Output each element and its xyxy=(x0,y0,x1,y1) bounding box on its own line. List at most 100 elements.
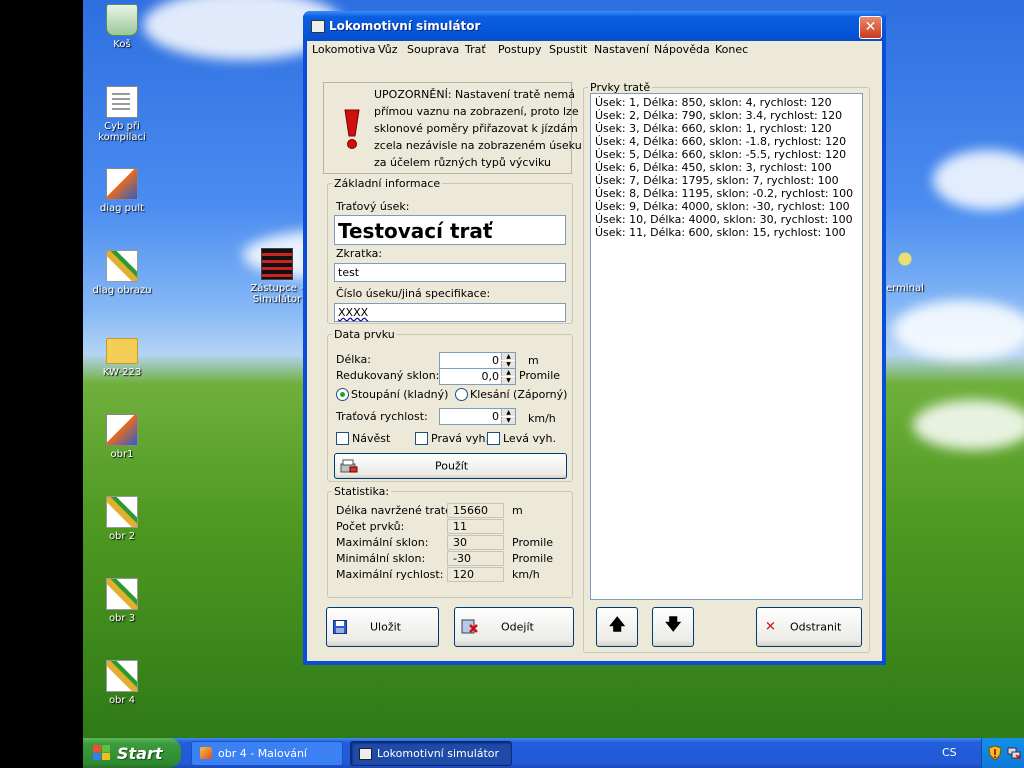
desktop-icon-obr1[interactable]: obr1 xyxy=(84,414,160,460)
save-button[interactable]: Uložit xyxy=(326,607,439,647)
list-item[interactable]: Úsek: 3, Délka: 660, sklon: 1, rychlost:… xyxy=(595,122,832,135)
speed-spinner[interactable]: 0 ▲ ▼ xyxy=(439,408,516,425)
right-switch-label: Pravá vyh. xyxy=(431,432,489,445)
stat-value: 11 xyxy=(447,519,504,534)
menu-bar: Lokomotiva Vůz Souprava Trať Postupy Spu… xyxy=(307,41,882,59)
desktop-icon-obr2[interactable]: obr 2 xyxy=(84,496,160,542)
track-elements-list[interactable]: Úsek: 1, Délka: 850, sklon: 4, rychlost:… xyxy=(590,93,863,600)
window-title: Lokomotivní simulátor xyxy=(329,19,481,33)
stat-unit: km/h xyxy=(512,568,540,581)
warning-exclamation-icon xyxy=(344,109,360,149)
radio-climb-label: Stoupání (kladný) xyxy=(351,388,449,401)
windows-logo-icon xyxy=(93,745,110,760)
stat-unit: Promile xyxy=(512,536,554,549)
list-item[interactable]: Úsek: 2, Délka: 790, sklon: 3.4, rychlos… xyxy=(595,109,842,122)
list-item[interactable]: Úsek: 9, Délka: 4000, sklon: -30, rychlo… xyxy=(595,200,850,213)
menu-postupy[interactable]: Postupy xyxy=(498,43,541,56)
slope-label: Redukovaný sklon: xyxy=(336,369,440,382)
start-button[interactable]: Start xyxy=(83,738,181,768)
stat-label: Počet prvků: xyxy=(336,520,405,533)
desktop-icon-recycle-bin[interactable]: Koš xyxy=(84,4,160,50)
menu-nastaveni[interactable]: Nastavení xyxy=(594,43,649,56)
language-indicator[interactable]: CS xyxy=(942,746,957,759)
spec-input[interactable]: XXXX xyxy=(334,303,566,322)
close-button[interactable]: ✕ xyxy=(859,16,882,39)
spin-down-icon[interactable]: ▼ xyxy=(501,361,515,368)
folder-icon xyxy=(106,338,138,364)
list-item[interactable]: Úsek: 10, Délka: 4000, sklon: 30, rychlo… xyxy=(595,213,853,226)
speed-value: 0 xyxy=(492,410,499,423)
simulator-shortcut-icon xyxy=(261,248,293,280)
slope-spinner[interactable]: 0,0 ▲ ▼ xyxy=(439,368,516,385)
signal-checkbox[interactable] xyxy=(336,432,349,445)
track-name-value: Testovací trať xyxy=(338,219,493,243)
list-item[interactable]: Úsek: 6, Délka: 450, sklon: 3, rychlost:… xyxy=(595,161,832,174)
menu-vuz[interactable]: Vůz xyxy=(378,43,398,56)
terminal-icon xyxy=(895,250,915,280)
menu-spustit[interactable]: Spustit xyxy=(549,43,587,56)
desktop-icon-label: diag obrazu xyxy=(92,285,152,296)
document-icon xyxy=(106,86,138,118)
length-spinner[interactable]: 0 ▲ ▼ xyxy=(439,352,516,369)
paint-image-icon xyxy=(106,414,138,446)
simulator-window: Lokomotivní simulátor ✕ Lokomotiva Vůz S… xyxy=(303,11,886,665)
abbr-value: test xyxy=(338,266,360,279)
stat-unit: Promile xyxy=(512,552,554,565)
paint-brush-icon xyxy=(106,250,138,282)
network-icon[interactable] xyxy=(1007,746,1021,760)
apply-button[interactable]: Použít xyxy=(334,453,567,479)
move-up-button[interactable]: 🡅 xyxy=(596,607,638,647)
system-tray xyxy=(981,738,1024,768)
move-down-button[interactable]: 🡇 xyxy=(652,607,694,647)
arrow-up-icon: 🡅 xyxy=(609,614,626,634)
leave-button[interactable]: Odejít xyxy=(454,607,574,647)
spin-down-icon[interactable]: ▼ xyxy=(501,417,515,424)
right-switch-checkbox[interactable] xyxy=(415,432,428,445)
radio-descent-label: Klesání (Záporný) xyxy=(470,388,568,401)
left-switch-checkbox[interactable] xyxy=(487,432,500,445)
spin-up-icon[interactable]: ▲ xyxy=(501,409,515,416)
remove-button-label: Odstranit xyxy=(790,620,842,634)
list-item[interactable]: Úsek: 1, Délka: 850, sklon: 4, rychlost:… xyxy=(595,96,832,109)
window-titlebar[interactable]: Lokomotivní simulátor ✕ xyxy=(303,11,886,41)
abbr-input[interactable]: test xyxy=(334,263,566,282)
list-item[interactable]: Úsek: 5, Délka: 660, sklon: -5.5, rychlo… xyxy=(595,148,846,161)
desktop-icon-label: diag pult xyxy=(99,203,145,214)
track-label: Traťový úsek: xyxy=(336,200,410,213)
radio-descent[interactable] xyxy=(455,388,468,401)
desktop-icon-label: KW-223 xyxy=(102,367,142,378)
abbr-label: Zkratka: xyxy=(336,247,383,260)
basic-info-legend: Základní informace xyxy=(334,177,441,190)
recycle-bin-icon xyxy=(106,4,138,36)
menu-trat[interactable]: Trať xyxy=(465,43,486,56)
apply-button-label: Použít xyxy=(435,459,469,473)
desktop-icon-diag-pult[interactable]: diag pult xyxy=(84,168,160,214)
desktop-icon-diag-obrazu[interactable]: diag obrazu xyxy=(84,250,160,296)
menu-konec[interactable]: Konec xyxy=(715,43,748,56)
list-item[interactable]: Úsek: 11, Délka: 600, sklon: 15, rychlos… xyxy=(595,226,846,239)
desktop-icon-obr4[interactable]: obr 4 xyxy=(84,660,160,706)
spin-down-icon[interactable]: ▼ xyxy=(501,377,515,384)
track-name-input[interactable]: Testovací trať xyxy=(334,215,566,245)
security-shield-icon[interactable] xyxy=(988,745,1002,761)
desktop-icon-obr3[interactable]: obr 3 xyxy=(84,578,160,624)
taskbar-item-paint[interactable]: obr 4 - Malování xyxy=(191,741,343,766)
spin-up-icon[interactable]: ▲ xyxy=(501,369,515,376)
list-item[interactable]: Úsek: 8, Délka: 1195, sklon: -0.2, rychl… xyxy=(595,187,853,200)
menu-lokomotiva[interactable]: Lokomotiva xyxy=(312,43,375,56)
stats-legend: Statistika: xyxy=(334,485,390,498)
taskbar-item-simulator[interactable]: Lokomotivní simulátor xyxy=(350,741,512,766)
menu-souprava[interactable]: Souprava xyxy=(407,43,459,56)
list-item[interactable]: Úsek: 7, Délka: 1795, sklon: 7, rychlost… xyxy=(595,174,839,187)
speed-label: Traťová rychlost: xyxy=(336,410,428,423)
element-data-legend: Data prvku xyxy=(334,328,395,341)
desktop-icon-folder[interactable]: KW-223 xyxy=(84,332,160,378)
menu-napoveda[interactable]: Nápověda xyxy=(654,43,710,56)
radio-climb[interactable] xyxy=(336,388,349,401)
left-switch-label: Levá vyh. xyxy=(503,432,556,445)
list-item[interactable]: Úsek: 4, Délka: 660, sklon: -1.8, rychlo… xyxy=(595,135,846,148)
taskbar: Start obr 4 - Malování Lokomotivní simul… xyxy=(83,738,1024,768)
desktop-icon-doc[interactable]: Cyb při kompilaci xyxy=(84,86,160,143)
spin-up-icon[interactable]: ▲ xyxy=(501,353,515,360)
remove-button[interactable]: ✕ Odstranit xyxy=(756,607,862,647)
